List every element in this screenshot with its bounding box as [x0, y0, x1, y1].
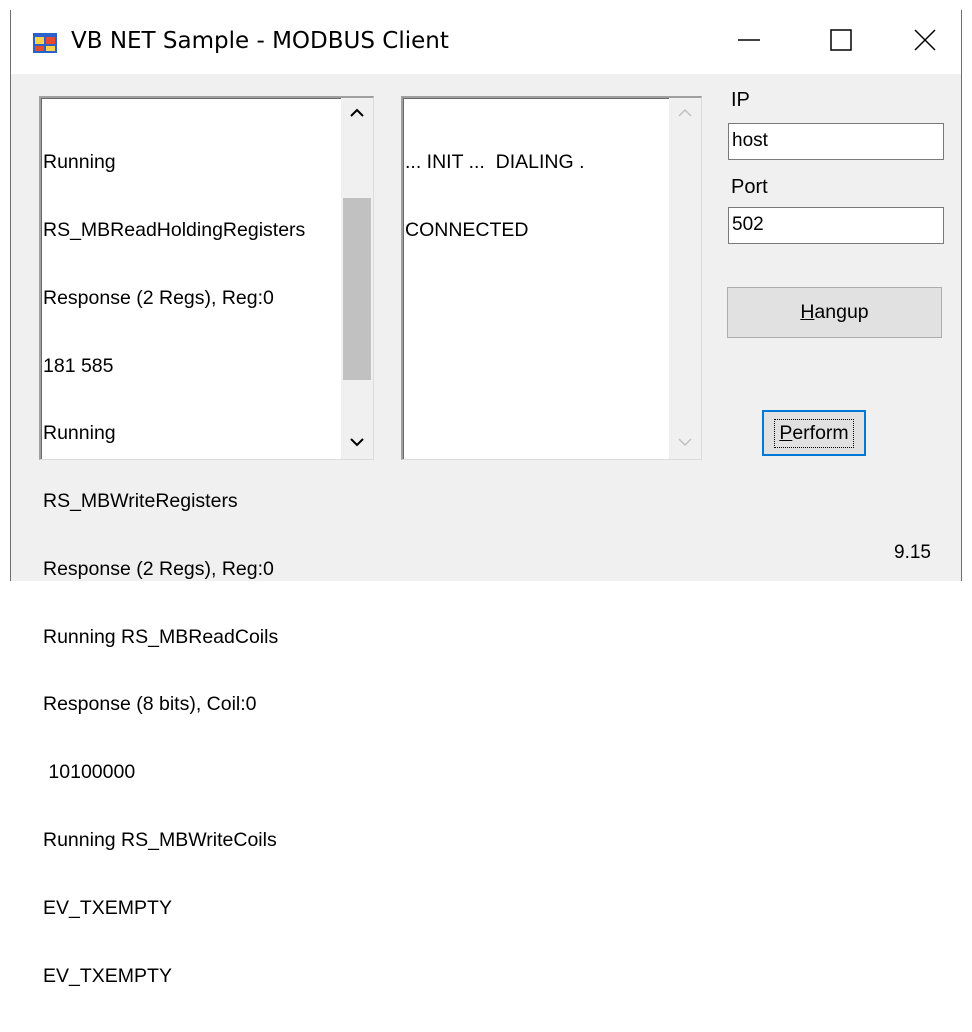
- chevron-up-icon: [678, 105, 692, 123]
- minimize-icon: [737, 28, 761, 57]
- minimize-button[interactable]: [703, 10, 795, 74]
- status-lines: ... INIT ... DIALING . CONNECTED: [405, 106, 667, 287]
- maximize-icon: [830, 28, 852, 56]
- maximize-button[interactable]: [795, 10, 887, 74]
- status-listbox[interactable]: ... INIT ... DIALING . CONNECTED: [401, 96, 702, 460]
- port-field[interactable]: 502: [728, 207, 944, 244]
- list-item[interactable]: Running RS_MBWriteCoils: [43, 829, 339, 852]
- list-item[interactable]: Running RS_MBReadCoils: [43, 626, 339, 649]
- hangup-label: Hangup: [800, 301, 869, 323]
- list-item[interactable]: CONNECTED: [405, 219, 667, 242]
- scroll-up-button[interactable]: [341, 98, 373, 130]
- list-item[interactable]: Running: [43, 422, 339, 445]
- scroll-up-button: [669, 98, 701, 130]
- hangup-button[interactable]: Hangup: [727, 287, 942, 338]
- windows-form-icon: [33, 33, 57, 53]
- ip-field[interactable]: host: [728, 123, 944, 160]
- log-listbox[interactable]: Running RS_MBReadHoldingRegisters Respon…: [39, 96, 374, 987]
- list-item[interactable]: Response (2 Regs), Reg:0: [43, 558, 339, 581]
- title-bar[interactable]: VB NET Sample - MODBUS Client: [11, 10, 961, 74]
- scroll-down-button: [669, 427, 701, 459]
- list-item[interactable]: Response (8 bits), Coil:0: [43, 693, 339, 716]
- version-label: 9.15: [894, 542, 931, 563]
- ip-label: IP: [731, 89, 750, 111]
- list-item[interactable]: 10100000: [43, 761, 339, 784]
- app-window: VB NET Sample - MODBUS Client Running RS…: [10, 10, 962, 987]
- status-scrollbar: [669, 98, 701, 459]
- chevron-down-icon: [678, 434, 692, 452]
- list-item[interactable]: Running: [43, 151, 339, 174]
- perform-button[interactable]: Perform: [762, 410, 866, 456]
- window-title: VB NET Sample - MODBUS Client: [71, 28, 449, 54]
- port-label: Port: [731, 176, 768, 198]
- list-item[interactable]: EV_TXEMPTY: [43, 965, 339, 988]
- list-item[interactable]: RS_MBReadHoldingRegisters: [43, 219, 339, 242]
- scroll-down-button[interactable]: [341, 427, 373, 459]
- list-item[interactable]: ... INIT ... DIALING .: [405, 151, 667, 174]
- list-item[interactable]: 181 585: [43, 355, 339, 378]
- close-icon: [914, 28, 936, 56]
- close-button[interactable]: [887, 10, 963, 74]
- chevron-down-icon: [350, 434, 364, 452]
- perform-label: Perform: [774, 418, 854, 448]
- log-scrollbar[interactable]: [341, 98, 373, 459]
- log-lines: Running RS_MBReadHoldingRegisters Respon…: [43, 106, 339, 1032]
- list-item[interactable]: Response (2 Regs), Reg:0: [43, 287, 339, 310]
- list-item[interactable]: RS_MBWriteRegisters: [43, 490, 339, 513]
- list-item[interactable]: EV_TXEMPTY: [43, 897, 339, 920]
- scroll-thumb[interactable]: [343, 198, 371, 380]
- chevron-up-icon: [350, 105, 364, 123]
